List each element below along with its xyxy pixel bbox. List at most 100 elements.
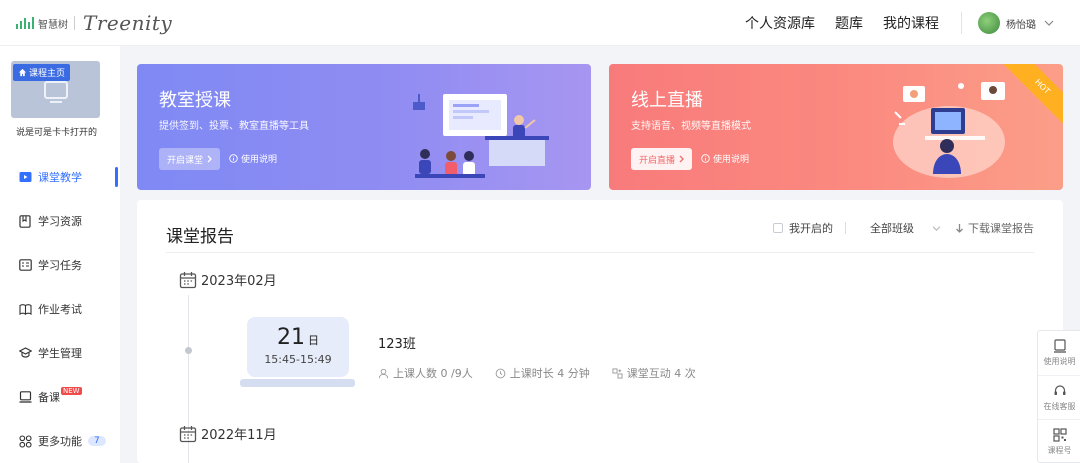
brand-name-en: Treenity — [83, 11, 173, 35]
more-count-badge: 7 — [88, 436, 106, 446]
brand-name-cn: 智慧树 — [38, 19, 68, 31]
start-live-button[interactable]: 开启直播 — [631, 148, 693, 170]
new-badge: NEW — [61, 387, 82, 395]
user-name: 杨怡璐 — [1006, 19, 1036, 31]
top-header: 智慧树 Treenity 个人资源库 题库 我的课程 杨怡璐 — [0, 0, 1080, 46]
sidebar-item-learning-resources[interactable]: 学习资源 — [0, 202, 120, 240]
month-header: 2023年02月 — [179, 270, 277, 289]
live-stream-illustration — [893, 82, 1005, 178]
classroom-teaching-banner: 教室授课 提供签到、投票、教室直播等工具 开启课堂 使用说明 — [137, 64, 591, 190]
logo-divider — [74, 16, 75, 30]
user-menu[interactable]: 杨怡璐 — [978, 12, 1054, 34]
user-icon — [378, 368, 389, 378]
banner-title: 线上直播 — [631, 90, 703, 111]
interaction-value: 课堂互动 4 次 — [626, 367, 696, 380]
classroom-help-link[interactable]: 使用说明 — [229, 152, 277, 165]
brand-logo[interactable]: 智慧树 Treenity — [16, 8, 172, 38]
sidebar-item-homework-exams[interactable]: 作业考试 — [0, 290, 120, 328]
student-icon — [18, 346, 32, 360]
session-screen: 21 日 15:45-15:49 — [247, 317, 349, 377]
resource-icon — [18, 214, 32, 228]
book-icon — [1053, 339, 1066, 353]
help-label: 使用说明 — [713, 155, 750, 165]
sidebar-item-student-management[interactable]: 学生管理 — [0, 334, 120, 372]
calendar-icon — [179, 271, 197, 288]
chevron-down-icon — [932, 225, 941, 231]
info-icon — [229, 154, 238, 163]
chevron-right-icon — [207, 155, 212, 163]
course-cover[interactable]: 课程主页 — [11, 61, 100, 118]
more-icon — [18, 434, 32, 448]
session-day-number: 21 — [277, 325, 305, 350]
timeline-dot — [185, 347, 192, 354]
banner-title: 教室授课 — [159, 90, 231, 111]
sidebar-item-learning-tasks[interactable]: 学习任务 — [0, 246, 120, 284]
home-icon — [18, 68, 27, 77]
float-course-code[interactable]: 课程号 — [1038, 419, 1080, 463]
start-class-button[interactable]: 开启课堂 — [159, 148, 221, 170]
nav-divider — [961, 12, 962, 34]
float-item-label: 在线客服 — [1043, 401, 1076, 411]
session-time: 15:45-15:49 — [264, 353, 332, 366]
session-stats: 上课人数 0 /9人 上课时长 4 分钟 课堂互动 4 次 — [378, 365, 696, 381]
download-icon — [956, 223, 963, 233]
sidebar-item-label: 学生管理 — [38, 347, 82, 360]
sidebar-item-label: 课堂教学 — [38, 171, 82, 184]
session-day-unit: 日 — [308, 334, 319, 347]
sidebar-item-label: 学习任务 — [38, 259, 82, 272]
month-header: 2022年11月 — [179, 424, 277, 443]
sidebar: 课程主页 说是可是卡卡打开的 课堂教学 学习资源 学习任务 作业考试 学生管理 — [0, 46, 120, 463]
attendance-stat: 上课人数 0 /9人 — [378, 365, 473, 381]
sidebar-item-more-features[interactable]: 更多功能 7 — [0, 422, 120, 460]
task-icon — [18, 258, 32, 272]
float-online-support[interactable]: 在线客服 — [1038, 375, 1080, 419]
session-class-name[interactable]: 123班 — [378, 333, 416, 352]
monitor-icon — [44, 81, 68, 103]
sidebar-item-label: 备课 — [38, 391, 60, 404]
float-item-label: 使用说明 — [1043, 357, 1076, 366]
toolbar-divider — [845, 222, 846, 234]
nav-my-courses[interactable]: 我的课程 — [883, 13, 939, 33]
course-home-badge[interactable]: 课程主页 — [13, 64, 71, 81]
button-label: 开启直播 — [639, 155, 676, 166]
headset-icon — [1054, 384, 1065, 395]
class-select-dropdown[interactable]: 全部班级 — [870, 220, 941, 236]
info-icon — [701, 154, 710, 163]
interaction-icon — [612, 367, 623, 379]
banner-description: 支持语音、视频等直播模式 — [631, 121, 751, 132]
floating-help-panel: 使用说明 在线客服 课程号 — [1037, 330, 1080, 463]
sidebar-item-classroom-teaching[interactable]: 课堂教学 — [0, 158, 120, 196]
mine-filter-checkbox[interactable] — [773, 223, 783, 233]
chevron-down-icon — [1044, 18, 1054, 29]
month-label: 2022年11月 — [201, 428, 277, 443]
sidebar-item-lesson-prep[interactable]: 备课 NEW — [0, 378, 120, 416]
download-label: 下载课堂报告 — [968, 222, 1034, 235]
session-date-card[interactable]: 21 日 15:45-15:49 — [240, 317, 355, 389]
attendance-value: 上课人数 0 /9人 — [393, 367, 473, 380]
class-select-value: 全部班级 — [870, 222, 914, 235]
report-toolbar: 我开启的 全部班级 下载课堂报告 — [773, 220, 1034, 236]
nav-resource-library[interactable]: 个人资源库 — [745, 13, 815, 33]
qr-code-icon — [1052, 427, 1067, 442]
class-report-panel: 课堂报告 我开启的 全部班级 下载课堂报告 2023年02月 21 日 15:45… — [137, 200, 1063, 463]
sidebar-item-label: 学习资源 — [38, 215, 82, 228]
duration-stat: 上课时长 4 分钟 — [495, 365, 590, 381]
live-help-link[interactable]: 使用说明 — [701, 152, 749, 165]
button-label: 开启课堂 — [167, 155, 204, 166]
exam-icon — [18, 302, 32, 316]
live-stream-banner: 线上直播 支持语音、视频等直播模式 开启直播 使用说明 HOT — [609, 64, 1063, 190]
help-label: 使用说明 — [241, 155, 278, 165]
mine-filter-label[interactable]: 我开启的 — [789, 220, 833, 236]
session-day: 21 日 — [247, 325, 349, 350]
nav-question-bank[interactable]: 题库 — [835, 13, 863, 33]
float-user-guide[interactable]: 使用说明 — [1038, 331, 1080, 375]
logo-bars-icon — [16, 17, 34, 29]
top-nav: 个人资源库 题库 我的课程 杨怡璐 — [745, 0, 1080, 46]
download-report-button[interactable]: 下载课堂报告 — [955, 220, 1034, 236]
clock-icon — [495, 368, 506, 378]
sidebar-item-label: 更多功能 — [38, 435, 82, 448]
duration-value: 上课时长 4 分钟 — [509, 367, 590, 380]
course-badge-label: 课程主页 — [29, 69, 66, 79]
interaction-stat: 课堂互动 4 次 — [612, 365, 696, 381]
classroom-icon — [18, 170, 32, 184]
